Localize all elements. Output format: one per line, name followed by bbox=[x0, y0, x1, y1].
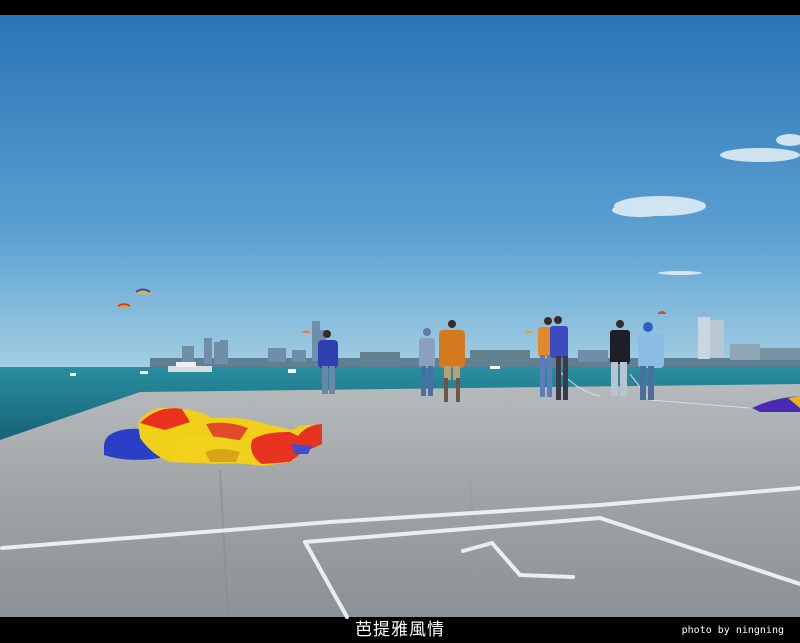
deck bbox=[0, 384, 800, 617]
photo-title: 芭提雅風情 bbox=[355, 620, 445, 640]
frame-top bbox=[0, 0, 800, 15]
photo-credit: photo by ningning bbox=[681, 625, 784, 636]
photo-scene bbox=[0, 0, 800, 643]
sky bbox=[0, 15, 800, 370]
